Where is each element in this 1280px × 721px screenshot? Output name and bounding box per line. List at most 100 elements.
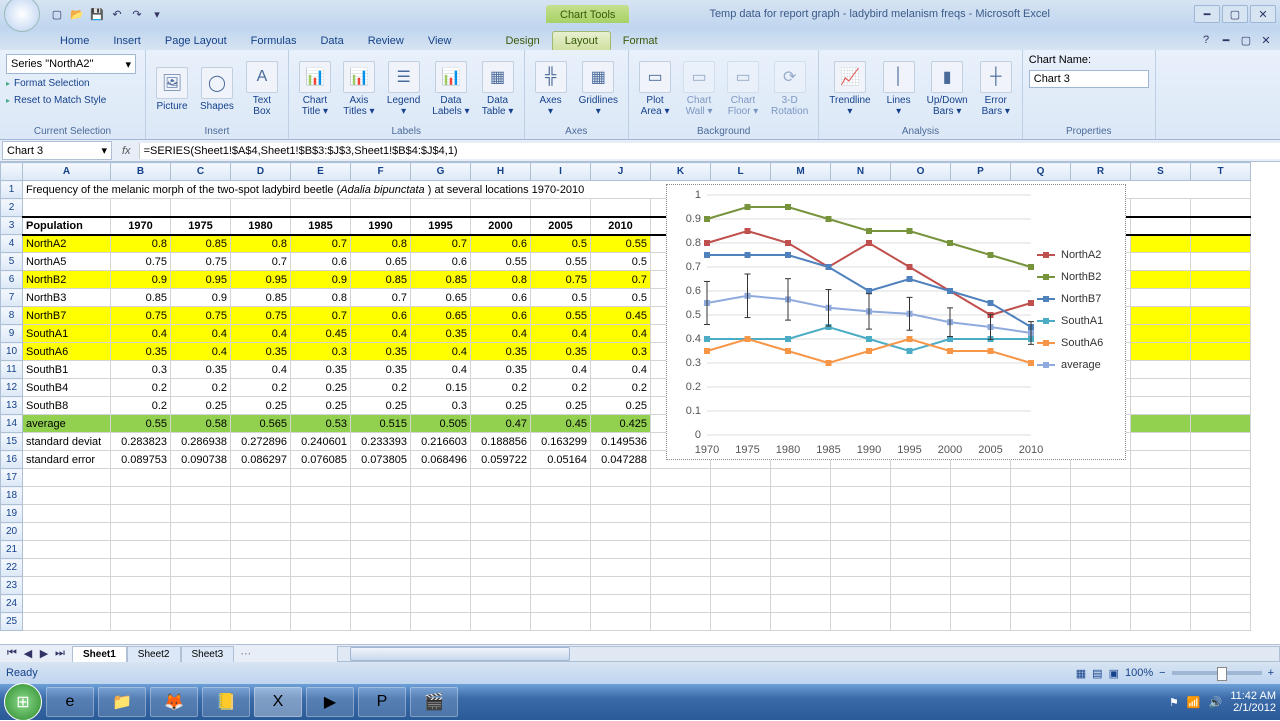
zoom-in-icon[interactable]: + (1268, 667, 1274, 679)
maximize-button[interactable]: ▢ (1222, 5, 1248, 23)
zoom-slider[interactable] (1172, 671, 1262, 675)
data-table-button[interactable]: ▦Data Table ▾ (478, 59, 518, 119)
horizontal-scrollbar[interactable] (337, 646, 1280, 662)
view-normal-icon[interactable]: ▦ (1076, 667, 1086, 680)
close-button[interactable]: ✕ (1250, 5, 1276, 23)
media-player-icon[interactable]: ▶ (306, 687, 354, 717)
tab-data[interactable]: Data (308, 32, 355, 50)
embedded-chart[interactable]: 00.10.20.30.40.50.60.70.80.9119701975198… (666, 184, 1126, 460)
sheet-tab-1[interactable]: Sheet1 (72, 646, 127, 662)
tab-layout[interactable]: Layout (552, 31, 611, 50)
plot-area-icon: ▭ (639, 61, 671, 93)
name-box[interactable]: Chart 3▾ (2, 141, 112, 160)
sheet-tab-2[interactable]: Sheet2 (127, 646, 181, 662)
redo-icon[interactable]: ↷ (128, 5, 146, 23)
format-selection-button[interactable]: Format Selection (6, 76, 139, 91)
plot-area-button[interactable]: ▭Plot Area ▾ (635, 59, 675, 119)
zoom-out-icon[interactable]: − (1159, 667, 1165, 679)
sheet-tab-bar: ⏮ ◀ ▶ ⏭ Sheet1 Sheet2 Sheet3 ⋯ (0, 644, 1280, 662)
tab-format[interactable]: Format (611, 32, 670, 50)
chart-name-label: Chart Name: (1029, 54, 1091, 66)
text-box-button[interactable]: AText Box (242, 59, 282, 119)
tray-network-icon[interactable]: 📶 (1187, 696, 1201, 709)
legend-icon: ☰ (388, 61, 420, 93)
chart-element-selector[interactable]: Series "NorthA2"▾ (6, 54, 136, 74)
svg-text:0.1: 0.1 (686, 405, 701, 417)
chart-name-input[interactable] (1029, 70, 1149, 88)
tab-home[interactable]: Home (48, 32, 101, 50)
tab-formulas[interactable]: Formulas (239, 32, 309, 50)
gridlines-button[interactable]: ▦Gridlines ▾ (575, 59, 622, 119)
tray-volume-icon[interactable]: 🔊 (1209, 696, 1223, 709)
sheet-tab-3[interactable]: Sheet3 (181, 646, 235, 662)
legend-button[interactable]: ☰Legend ▾ (383, 59, 424, 119)
data-labels-button[interactable]: 📊Data Labels ▾ (428, 59, 473, 119)
chart-plot[interactable]: 00.10.20.30.40.50.60.70.80.9119701975198… (667, 185, 1125, 459)
svg-text:SouthA1: SouthA1 (1061, 315, 1103, 327)
powerpoint-icon[interactable]: P (358, 687, 406, 717)
notes-icon[interactable]: 📒 (202, 687, 250, 717)
ribbon: Series "NorthA2"▾ Format Selection Reset… (0, 50, 1280, 140)
worksheet-area[interactable]: ABCDEFGHIJKLMNOPQRST1Frequency of the me… (0, 162, 1280, 644)
chart-floor-button[interactable]: ▭Chart Floor ▾ (723, 59, 763, 119)
close-workbook-icon[interactable]: ✕ (1258, 34, 1274, 50)
movie-maker-icon[interactable]: 🎬 (410, 687, 458, 717)
excel-icon[interactable]: X (254, 687, 302, 717)
rotation-icon: ⟳ (774, 61, 806, 93)
axes-button[interactable]: ╬Axes ▾ (531, 59, 571, 119)
svg-text:1985: 1985 (816, 444, 840, 456)
new-icon[interactable]: ▢ (48, 5, 66, 23)
chevron-down-icon: ▾ (101, 144, 107, 157)
explorer-icon[interactable]: 📁 (98, 687, 146, 717)
svg-text:2000: 2000 (938, 444, 962, 456)
svg-text:2005: 2005 (978, 444, 1002, 456)
prev-sheet-icon[interactable]: ◀ (20, 647, 36, 660)
tab-view[interactable]: View (416, 32, 464, 50)
new-sheet-icon[interactable]: ⋯ (234, 647, 257, 660)
first-sheet-icon[interactable]: ⏮ (4, 647, 20, 660)
shapes-button[interactable]: ◯Shapes (196, 65, 238, 114)
chart-wall-button[interactable]: ▭Chart Wall ▾ (679, 59, 719, 119)
svg-text:0.9: 0.9 (686, 213, 701, 225)
formula-input[interactable] (139, 143, 1280, 159)
start-button[interactable]: ⊞ (4, 683, 42, 721)
axis-titles-icon: 📊 (343, 61, 375, 93)
updown-bars-button[interactable]: ▮Up/Down Bars ▾ (923, 59, 972, 119)
minimize-ribbon-icon[interactable]: ━ (1218, 34, 1234, 50)
minimize-button[interactable]: ━ (1194, 5, 1220, 23)
picture-button[interactable]: 🖼Picture (152, 65, 192, 114)
error-bars-button[interactable]: ┼Error Bars ▾ (976, 59, 1016, 119)
help-icon[interactable]: ? (1198, 34, 1214, 50)
system-tray[interactable]: ⚑ 📶 🔊 11:42 AM2/1/2012 (1169, 690, 1276, 714)
group-label: Analysis (825, 124, 1015, 137)
lines-button[interactable]: │Lines ▾ (879, 59, 919, 119)
tab-review[interactable]: Review (356, 32, 416, 50)
view-layout-icon[interactable]: ▤ (1092, 667, 1102, 680)
chart-title-icon: 📊 (299, 61, 331, 93)
tray-flag-icon[interactable]: ⚑ (1169, 696, 1179, 709)
chart-tools-header: Chart Tools (546, 5, 629, 23)
open-icon[interactable]: 📂 (68, 5, 86, 23)
tab-design[interactable]: Design (493, 32, 551, 50)
fx-icon[interactable]: fx (114, 145, 139, 157)
axis-titles-button[interactable]: 📊Axis Titles ▾ (339, 59, 379, 119)
tab-insert[interactable]: Insert (101, 32, 153, 50)
rotation-button[interactable]: ⟳3-D Rotation (767, 59, 812, 119)
restore-window-icon[interactable]: ▢ (1238, 34, 1254, 50)
trendline-button[interactable]: 📈Trendline ▾ (825, 59, 874, 119)
reset-style-button[interactable]: Reset to Match Style (6, 93, 139, 108)
zoom-level[interactable]: 100% (1125, 667, 1153, 679)
picture-icon: 🖼 (156, 67, 188, 99)
clock[interactable]: 11:42 AM2/1/2012 (1230, 690, 1276, 714)
save-icon[interactable]: 💾 (88, 5, 106, 23)
undo-icon[interactable]: ↶ (108, 5, 126, 23)
last-sheet-icon[interactable]: ⏭ (52, 647, 68, 660)
chart-title-button[interactable]: 📊Chart Title ▾ (295, 59, 335, 119)
next-sheet-icon[interactable]: ▶ (36, 647, 52, 660)
firefox-icon[interactable]: 🦊 (150, 687, 198, 717)
ie-icon[interactable]: e (46, 687, 94, 717)
view-break-icon[interactable]: ▣ (1109, 667, 1119, 680)
svg-text:average: average (1061, 359, 1101, 371)
qat-more-icon[interactable]: ▾ (148, 5, 166, 23)
tab-page-layout[interactable]: Page Layout (153, 32, 239, 50)
